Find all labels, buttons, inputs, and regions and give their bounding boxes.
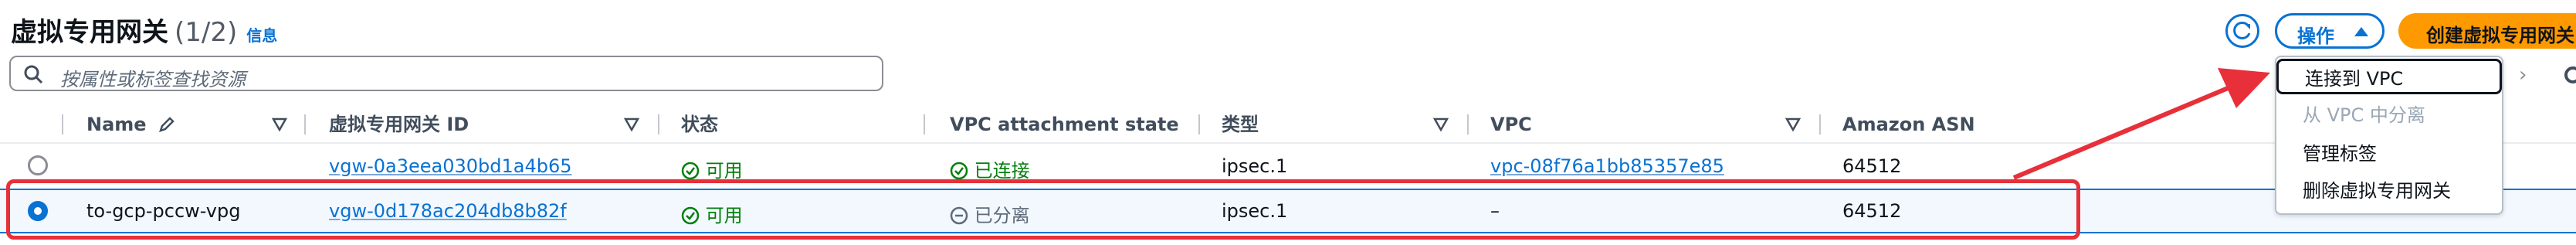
annotation-arrow xyxy=(2012,68,2270,180)
create-gateway-button[interactable]: 创建虚拟专用网关 xyxy=(2398,13,2576,49)
page-title-text: 虚拟专用网关 xyxy=(11,17,168,48)
annotation-highlight-box xyxy=(6,179,2080,240)
sort-icon[interactable] xyxy=(272,117,287,131)
menu-item-attach-vpc[interactable]: 连接到 VPC xyxy=(2276,59,2502,94)
sort-icon[interactable] xyxy=(1785,117,1801,131)
gateway-type: ipsec.1 xyxy=(1222,155,1288,177)
menu-item-detach-vpc[interactable]: 从 VPC 中分离 xyxy=(2276,97,2502,133)
search-placeholder: 按属性或标签查找资源 xyxy=(60,69,246,90)
amazon-asn: 64512 xyxy=(1842,155,1902,177)
create-label: 创建虚拟专用网关 xyxy=(2426,25,2574,46)
actions-menu: 连接到 VPC 从 VPC 中分离 管理标签 删除虚拟专用网关 xyxy=(2275,56,2503,215)
next-page-button[interactable]: › xyxy=(2519,63,2527,87)
refresh-button[interactable] xyxy=(2225,14,2259,48)
sort-icon[interactable] xyxy=(1433,117,1449,131)
refresh-icon xyxy=(2233,21,2251,39)
column-header-vpc[interactable]: VPC xyxy=(1490,107,1532,142)
search-icon xyxy=(24,65,43,84)
check-circle-icon xyxy=(950,162,968,180)
column-header-id[interactable]: 虚拟专用网关 ID xyxy=(329,107,469,142)
gateway-id-link[interactable]: vgw-0a3eea030bd1a4b65 xyxy=(329,155,572,177)
attachment-state: 已连接 xyxy=(950,155,1030,182)
actions-button[interactable]: 操作 xyxy=(2275,13,2384,49)
gear-icon[interactable] xyxy=(2562,65,2576,85)
column-header-asn[interactable]: Amazon ASN xyxy=(1842,107,1975,142)
menu-item-manage-tags[interactable]: 管理标签 xyxy=(2276,136,2502,172)
info-link[interactable]: 信息 xyxy=(246,26,277,45)
menu-item-delete-gateway[interactable]: 删除虚拟专用网关 xyxy=(2276,173,2502,209)
page-title: 虚拟专用网关 (1/2) 信息 xyxy=(11,11,277,49)
edit-icon xyxy=(158,117,175,132)
check-circle-icon xyxy=(681,162,700,180)
vpc-id-link[interactable]: vpc-08f76a1bb85357e85 xyxy=(1490,155,1724,177)
row-radio[interactable] xyxy=(28,155,48,175)
search-input[interactable]: 按属性或标签查找资源 xyxy=(9,56,883,91)
sort-icon[interactable] xyxy=(624,117,639,131)
selection-count: (1/2) xyxy=(175,17,238,48)
status-badge: 可用 xyxy=(681,155,743,182)
column-header-attachment[interactable]: VPC attachment state xyxy=(950,107,1179,142)
caret-up-icon xyxy=(2354,27,2368,36)
column-header-status[interactable]: 状态 xyxy=(681,107,718,142)
column-header-name[interactable]: Name xyxy=(86,107,176,142)
actions-label: 操作 xyxy=(2297,26,2334,47)
column-header-type[interactable]: 类型 xyxy=(1222,107,1259,142)
